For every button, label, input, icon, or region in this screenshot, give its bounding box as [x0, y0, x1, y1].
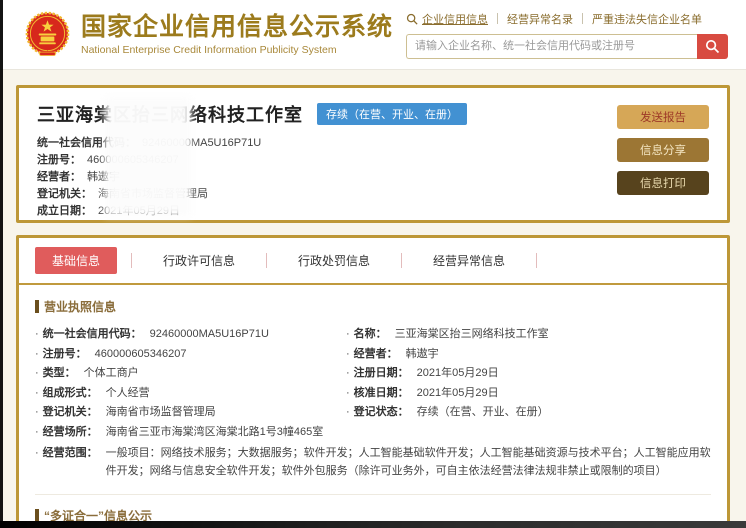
tab-abnormal-operation[interactable]: 经营异常信息 [416, 247, 522, 274]
screenshot-bottom-edge [0, 521, 746, 528]
print-info-button[interactable]: 信息打印 [617, 171, 709, 195]
table-row: 注册号：460000605346207 经营者：韩遨宇 [35, 345, 711, 365]
tab-separator [131, 253, 132, 268]
nav-link-illegal-list[interactable]: 严重违法失信企业名单 [592, 11, 702, 27]
header-nav: 企业信用信息 经营异常名录 严重违法失信企业名单 [406, 11, 728, 27]
table-row: 统一社会信用代码：92460000MA5U16P71U 名称：三亚海棠区抬三网络… [35, 325, 711, 345]
tab-separator [401, 253, 402, 268]
status-badge: 存续（在营、开业、在册） [317, 103, 467, 125]
field-establish-date: 成立日期：2021年05月29日 [37, 203, 709, 220]
field-credit-code: 统一社会信用代码：92460000MA5U16P71U [37, 135, 709, 152]
site-title: 国家企业信用信息公示系统 [81, 13, 393, 42]
site-header: 国家企业信用信息公示系统 National Enterprise Credit … [0, 0, 746, 70]
action-buttons: 发送报告 信息分享 信息打印 [617, 105, 709, 195]
tab-admin-license[interactable]: 行政许可信息 [146, 247, 252, 274]
tab-basic-info[interactable]: 基础信息 [35, 247, 117, 274]
business-license-section-title: 营业执照信息 [35, 298, 711, 315]
screenshot-left-edge [0, 0, 3, 528]
nav-link-abnormal-list[interactable]: 经营异常名录 [507, 11, 573, 27]
tab-separator [536, 253, 537, 268]
search-icon [705, 39, 720, 54]
table-row: 登记机关：海南省市场监督管理局 登记状态：存续（在营、开业、在册） [35, 403, 711, 423]
field-registration-authority: 登记机关：海南省市场监督管理局 [37, 186, 709, 203]
business-license-details: 统一社会信用代码：92460000MA5U16P71U 名称：三亚海棠区抬三网络… [35, 325, 711, 480]
business-scope-row: 经营范围： 一般项目：网络技术服务；大数据服务；软件开发；人工智能基础软件开发；… [35, 444, 711, 480]
company-fields: 统一社会信用代码：92460000MA5U16P71U 注册号：46000060… [37, 135, 709, 220]
tab-admin-penalty[interactable]: 行政处罚信息 [281, 247, 387, 274]
page-body: 三亚海棠区抬三网络科技工作室 存续（在营、开业、在册） 统一社会信用代码：924… [0, 70, 746, 528]
tab-bar: 基础信息 行政许可信息 行政处罚信息 经营异常信息 [19, 238, 727, 283]
search-bar [406, 34, 728, 59]
nav-separator [497, 13, 498, 24]
section-divider [35, 494, 711, 495]
table-row: 组成形式：个人经营 核准日期：2021年05月29日 [35, 384, 711, 404]
company-summary-panel: 三亚海棠区抬三网络科技工作室 存续（在营、开业、在册） 统一社会信用代码：924… [16, 85, 730, 223]
field-reg-number: 注册号：460000605346207 [37, 152, 709, 169]
tab-separator [266, 253, 267, 268]
detail-panel: 基础信息 行政许可信息 行政处罚信息 经营异常信息 营业执照信息 统一社会信用代… [16, 235, 730, 528]
section-title-bar [35, 300, 39, 313]
search-input[interactable] [406, 34, 697, 59]
nav-separator [582, 13, 583, 24]
search-icon [406, 13, 418, 25]
site-subtitle: National Enterprise Credit Information P… [81, 44, 393, 56]
search-button[interactable] [697, 34, 728, 59]
nav-link-credit-info[interactable]: 企业信用信息 [422, 11, 488, 27]
national-emblem-logo [24, 11, 71, 58]
share-info-button[interactable]: 信息分享 [617, 138, 709, 162]
send-report-button[interactable]: 发送报告 [617, 105, 709, 129]
table-row: 类型：个体工商户 注册日期：2021年05月29日 [35, 364, 711, 384]
field-operator: 经营者：韩遨宇 [37, 169, 709, 186]
company-name: 三亚海棠区抬三网络科技工作室 [37, 101, 303, 127]
table-row: 经营场所：海南省三亚市海棠湾区海棠北路1号3幢465室 [35, 423, 711, 443]
